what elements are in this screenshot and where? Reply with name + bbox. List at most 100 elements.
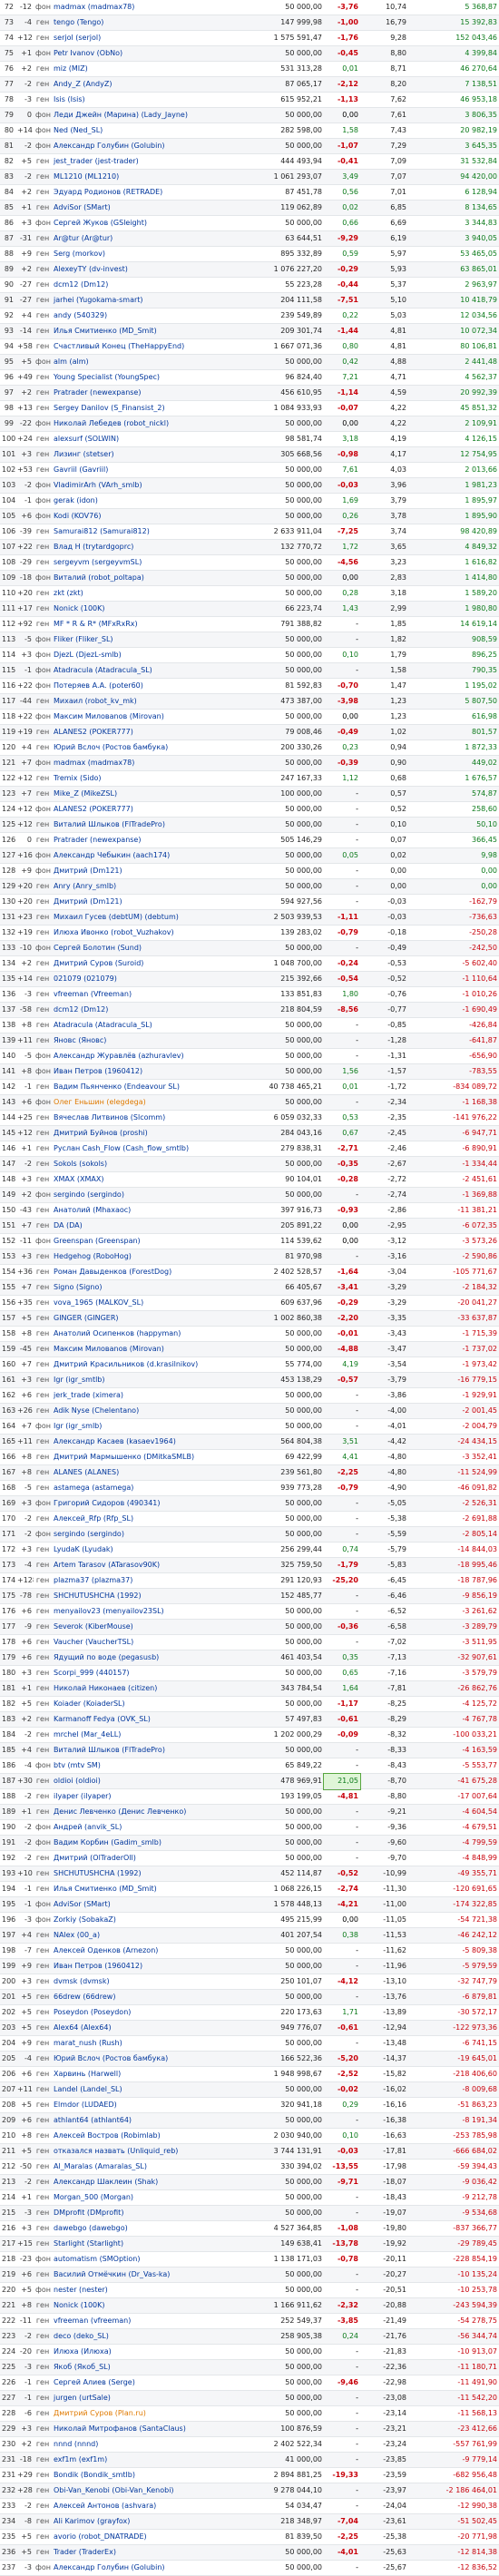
participant-name-cell[interactable]: Сергей Жуков (GSleight) — [52, 215, 233, 231]
participant-name-cell[interactable]: dawebgo (dawebgo) — [52, 2220, 233, 2237]
participant-name-cell[interactable]: Иван Петров (1960412) — [52, 1958, 233, 1974]
participant-name-cell[interactable]: serjol (serjol) — [52, 30, 233, 46]
participant-name-cell[interactable]: plazma37 (plazma37) — [52, 1572, 233, 1589]
participant-name-cell[interactable]: ALANES2 (POKER777) — [52, 724, 233, 740]
participant-name-cell[interactable]: Эдуард Родионов (RETRADE) — [52, 184, 233, 201]
participant-name-cell[interactable]: automatism (SMOption) — [52, 2251, 233, 2267]
participant-name-cell[interactable]: Олег Еньшин (elegdega) — [52, 1094, 233, 1111]
participant-name-cell[interactable]: Poseydon (Poseydon) — [52, 2004, 233, 2021]
participant-name-cell[interactable]: oldioi (oldioi) — [52, 1773, 233, 1789]
participant-name-cell[interactable]: alexsurf (SOLWIN) — [52, 431, 233, 447]
participant-name-cell[interactable]: LyudaK (Lyudak) — [52, 1542, 233, 1558]
participant-name-cell[interactable]: DjezL (DjezL-smlb) — [52, 647, 233, 663]
participant-name-cell[interactable]: nester (nester) — [52, 2282, 233, 2298]
participant-name-cell[interactable]: dvmsk (dvmsk) — [52, 1974, 233, 1990]
participant-name-cell[interactable]: Pratrader (newexpanse) — [52, 385, 233, 401]
participant-name-cell[interactable]: Николай Никонаев (citizen) — [52, 1680, 233, 1697]
participant-name-cell[interactable]: Ned (Ned_SL) — [52, 122, 233, 139]
participant-name-cell[interactable]: Atadracula (Atadracula_SL) — [52, 662, 233, 679]
participant-name-cell[interactable]: Alex64 (Alex64) — [52, 2020, 233, 2036]
participant-name-cell[interactable]: Igr (igr_smtlb) — [52, 1372, 233, 1388]
participant-name-cell[interactable]: Михаил Гусев (debtUM) (debtum) — [52, 909, 233, 926]
participant-name-cell[interactable]: Isis (Isis) — [52, 92, 233, 108]
participant-name-cell[interactable]: Sergey Danilov (S_Finansist_2) — [52, 400, 233, 416]
participant-name-cell[interactable]: Al_Maralas (Amaralas_SL) — [52, 2159, 233, 2175]
participant-name-cell[interactable]: DA (DA) — [52, 1218, 233, 1234]
participant-name-cell[interactable]: marat_nush (Rush) — [52, 2035, 233, 2052]
participant-name-cell[interactable]: Samurai812 (Samurai812) — [52, 524, 233, 540]
participant-name-cell[interactable]: DMprofit (DMprofit) — [52, 2205, 233, 2221]
participant-name-cell[interactable]: Signo (Signo) — [52, 1279, 233, 1296]
participant-name-cell[interactable]: Роман Давыденков (ForestDog) — [52, 1264, 233, 1280]
participant-name-cell[interactable]: Atadracula (Atadracula_SL) — [52, 1017, 233, 1033]
participant-name-cell[interactable]: Александр Голубин (Golubin) — [52, 2560, 233, 2576]
participant-name-cell[interactable]: gerak (idon) — [52, 493, 233, 509]
participant-name-cell[interactable]: Вадим Корбин (Gadim_smlb) — [52, 1835, 233, 1851]
participant-name-cell[interactable]: athlant64 (athlant64) — [52, 2112, 233, 2129]
participant-name-cell[interactable]: dcm12 (Dm12) — [52, 1002, 233, 1018]
participant-name-cell[interactable]: Hedgehog (RoboHog) — [52, 1249, 233, 1265]
participant-name-cell[interactable]: Дмитрий Суров (Suroid) — [52, 955, 233, 972]
participant-name-cell[interactable]: Sokols (sokols) — [52, 1156, 233, 1172]
participant-name-cell[interactable]: ML1210 (ML1210) — [52, 169, 233, 185]
participant-name-cell[interactable]: Elmdor (LUDAED) — [52, 2097, 233, 2113]
participant-name-cell[interactable]: dcm12 (Dm12) — [52, 277, 233, 293]
participant-name-cell[interactable]: vova_1965 (MALKOV_SL) — [52, 1295, 233, 1311]
participant-name-cell[interactable]: Алексей Востров (Robimlab) — [52, 2128, 233, 2144]
participant-name-cell[interactable]: Mike_Z (MikeZSL) — [52, 786, 233, 802]
participant-name-cell[interactable]: Igr (igr_smlb) — [52, 1418, 233, 1435]
participant-name-cell[interactable]: Вадим Пьянченко (Endeavour SL) — [52, 1079, 233, 1095]
participant-name-cell[interactable]: Николай Лебедев (robot_nickl) — [52, 416, 233, 432]
participant-name-cell[interactable]: Анатолий (Mhaxaoc) — [52, 1202, 233, 1219]
participant-name-cell[interactable]: Дмитрий (Dm121) — [52, 894, 233, 910]
participant-name-cell[interactable]: Юрий Вслоч (Ростов бамбука) — [52, 739, 233, 756]
participant-name-cell[interactable]: Илюха Ивонко (robot_Vuzhakov) — [52, 925, 233, 941]
participant-name-cell[interactable]: Максим Миловanов (Mirovan) — [52, 709, 233, 725]
participant-name-cell[interactable]: Потеряев А.А. (poter60) — [52, 678, 233, 694]
participant-name-cell[interactable]: Виталий Шлыков (FlTradePro) — [52, 817, 233, 833]
participant-name-cell[interactable]: sergindo (sergindo) — [52, 1187, 233, 1203]
participant-name-cell[interactable]: avorio (robot_DNATRADE) — [52, 2529, 233, 2545]
participant-name-cell[interactable]: Сергей Болотин (Sund) — [52, 940, 233, 956]
participant-name-cell[interactable]: Андрей (anvik_SL) — [52, 1819, 233, 1836]
participant-name-cell[interactable]: Kodi (KOV76) — [52, 508, 233, 524]
participant-name-cell[interactable]: Виталий Шлыков (FlTradePro) — [52, 1742, 233, 1758]
participant-name-cell[interactable]: NAlex (00_a) — [52, 1927, 233, 1944]
participant-name-cell[interactable]: nnnd (nnnd) — [52, 2436, 233, 2453]
participant-name-cell[interactable]: vfreeman (Vfreeman) — [52, 986, 233, 1003]
participant-name-cell[interactable]: Якоб (Якоб_SL) — [52, 2359, 233, 2375]
participant-name-cell[interactable]: Ядущий по воде (pegasusb) — [52, 1650, 233, 1666]
participant-name-cell[interactable]: Trader (TraderEx) — [52, 2544, 233, 2561]
participant-name-cell[interactable]: Zorkiy (SobakaZ) — [52, 1912, 233, 1928]
participant-name-cell[interactable]: Влад H (trytardgoprc) — [52, 539, 233, 555]
participant-name-cell[interactable]: AdviSor (SMart) — [52, 200, 233, 216]
participant-name-cell[interactable]: Greenspan (Greenspan) — [52, 1233, 233, 1249]
participant-name-cell[interactable]: jest_trader (jest-trader) — [52, 153, 233, 170]
participant-name-cell[interactable]: btv (mtv SM) — [52, 1758, 233, 1774]
participant-name-cell[interactable]: Nonick (100K) — [52, 2297, 233, 2314]
participant-name-cell[interactable]: Karmanoff Fedya (OVK_SL) — [52, 1711, 233, 1728]
participant-name-cell[interactable]: madmax (madmax78) — [52, 0, 233, 15]
participant-name-cell[interactable]: отказался назвать (Unliquid_reb) — [52, 2143, 233, 2160]
participant-name-cell[interactable]: Severok (KiberMouse) — [52, 1619, 233, 1635]
participant-name-cell[interactable]: Дмитрий (OlTraderOll) — [52, 1850, 233, 1866]
participant-name-cell[interactable]: Morgan_500 (Morgan) — [52, 2189, 233, 2206]
participant-name-cell[interactable]: Алексей Антонов (ashvara) — [52, 2498, 233, 2514]
participant-name-cell[interactable]: Максим Миловanов (Mirovan) — [52, 1341, 233, 1357]
participant-name-cell[interactable]: Иван Петров (1960412) — [52, 1063, 233, 1080]
participant-name-cell[interactable]: Лизинг (stetser) — [52, 446, 233, 463]
participant-name-cell[interactable]: Илюха (Илюха) — [52, 2344, 233, 2360]
participant-name-cell[interactable]: Александр Голубин (Golubin) — [52, 138, 233, 154]
participant-name-cell[interactable]: Дмитрий Суров (Plan.ru) — [52, 2405, 233, 2422]
participant-name-cell[interactable]: Дмитрий (Dm121) — [52, 863, 233, 879]
participant-name-cell[interactable]: Anry (Anry_smlb) — [52, 878, 233, 895]
participant-name-cell[interactable]: Ali Karimov (grayfox) — [52, 2513, 233, 2530]
participant-name-cell[interactable]: Василий Отмёчкин (Dr_Vas-ka) — [52, 2267, 233, 2283]
participant-name-cell[interactable]: Харвинь (Harwell) — [52, 2066, 233, 2082]
participant-name-cell[interactable]: ALANES (ALANES) — [52, 1464, 233, 1481]
participant-name-cell[interactable]: Леди Джейн (Марина) (Lady_Jayne) — [52, 107, 233, 123]
participant-name-cell[interactable]: Анатолий Осипенков (happyman) — [52, 1326, 233, 1342]
participant-name-cell[interactable]: Илья Смитиенко (MD_Smit) — [52, 323, 233, 339]
participant-name-cell[interactable]: VladimirArh (VArh_smlb) — [52, 477, 233, 494]
participant-name-cell[interactable]: zkt (zkt) — [52, 585, 233, 602]
